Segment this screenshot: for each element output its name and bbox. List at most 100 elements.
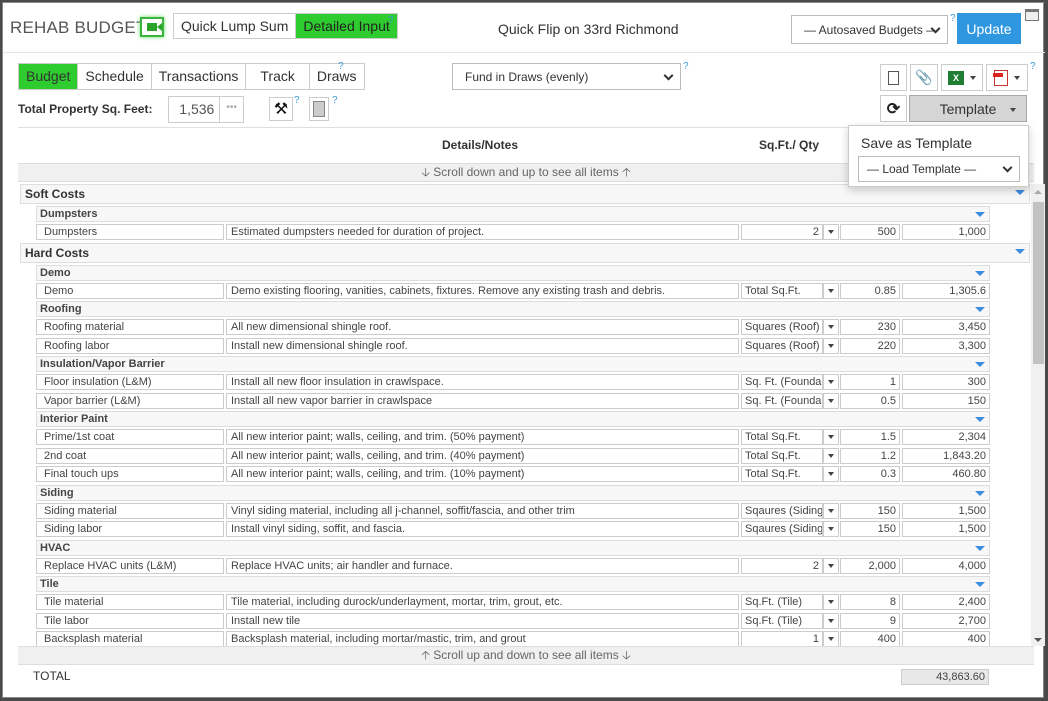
group-header[interactable]: Dumpsters	[36, 206, 990, 222]
line-item-name[interactable]: Vapor barrier (L&M)	[36, 392, 224, 409]
sqft-input[interactable]: 1,536 •••	[168, 96, 244, 123]
new-document-button[interactable]	[880, 64, 907, 91]
line-item-name[interactable]: Siding material	[36, 502, 224, 519]
collapse-triangle-icon[interactable]	[975, 545, 985, 551]
unit-dropdown-button[interactable]	[823, 447, 839, 464]
collapse-triangle-icon[interactable]	[1015, 190, 1025, 195]
unit-qty-field[interactable]: 2	[741, 557, 823, 574]
unit-dropdown-button[interactable]	[823, 374, 839, 390]
quick-lump-sum-button[interactable]: Quick Lump Sum	[174, 14, 296, 38]
calculator-button[interactable]	[309, 97, 329, 121]
group-header[interactable]: Roofing	[36, 301, 990, 317]
line-item-name[interactable]: Dumpsters	[36, 224, 224, 240]
tab-track[interactable]: Track	[245, 64, 309, 89]
line-item-note[interactable]: Demo existing flooring, vanities, cabine…	[226, 282, 739, 299]
line-item-note[interactable]: Install new dimensional shingle roof.	[226, 337, 739, 354]
update-button[interactable]: Update	[957, 13, 1021, 44]
line-item-note[interactable]: Tile material, including durock/underlay…	[226, 594, 739, 610]
scroll-down-icon[interactable]	[1034, 638, 1042, 642]
line-item-note[interactable]: All new interior paint; walls, ceiling, …	[226, 447, 739, 464]
unit-dropdown-button[interactable]	[823, 631, 839, 646]
unit-qty-field[interactable]: Squares (Roof)	[741, 337, 823, 354]
line-item-name[interactable]: Demo	[36, 282, 224, 299]
group-header[interactable]: Demo	[36, 264, 990, 281]
line-item-note[interactable]: Install new tile	[226, 612, 739, 629]
unit-cost-field[interactable]: 9	[840, 612, 900, 629]
collapse-triangle-icon[interactable]	[1015, 248, 1025, 254]
maximize-icon[interactable]	[1025, 9, 1039, 21]
group-header[interactable]: HVAC	[36, 539, 990, 556]
video-tutorial-button[interactable]	[140, 17, 164, 37]
help-icon[interactable]: ?	[388, 15, 394, 26]
excel-export-button[interactable]: X	[941, 64, 983, 91]
autosaved-budgets-select[interactable]: — Autosaved Budgets —	[791, 15, 948, 44]
line-item-name[interactable]: Prime/1st coat	[36, 429, 224, 445]
help-icon[interactable]: ?	[683, 61, 689, 72]
group-header[interactable]: Siding	[36, 484, 990, 501]
help-icon[interactable]: ?	[338, 61, 344, 72]
line-item-name[interactable]: Roofing labor	[36, 337, 224, 354]
line-item-name[interactable]: 2nd coat	[36, 447, 224, 464]
unit-cost-field[interactable]: 1.2	[840, 447, 900, 464]
line-item-name[interactable]: Backsplash material	[36, 631, 224, 646]
unit-dropdown-button[interactable]	[823, 502, 839, 519]
line-item-note[interactable]: All new interior paint; walls, ceiling, …	[226, 429, 739, 445]
group-header[interactable]: Insulation/Vapor Barrier	[36, 356, 990, 372]
unit-qty-field[interactable]: 1	[741, 631, 823, 646]
unit-dropdown-button[interactable]	[823, 612, 839, 629]
load-template-select[interactable]: — Load Template —	[858, 156, 1020, 182]
unit-qty-field[interactable]: Sqaures (Siding	[741, 521, 823, 537]
collapse-triangle-icon[interactable]	[975, 490, 985, 496]
unit-dropdown-button[interactable]	[823, 392, 839, 409]
line-item-note[interactable]: Replace HVAC units; air handler and furn…	[226, 557, 739, 574]
unit-cost-field[interactable]: 0.3	[840, 466, 900, 482]
unit-cost-field[interactable]: 220	[840, 337, 900, 354]
unit-cost-field[interactable]: 1	[840, 374, 900, 390]
line-item-name[interactable]: Final touch ups	[36, 466, 224, 482]
unit-dropdown-button[interactable]	[823, 466, 839, 482]
more-options-button[interactable]: •••	[219, 97, 243, 122]
vertical-scrollbar[interactable]	[1031, 184, 1045, 646]
group-header[interactable]: Tile	[36, 576, 990, 592]
collapse-triangle-icon[interactable]	[975, 270, 985, 276]
unit-qty-field[interactable]: Sq.Ft. (Tile)	[741, 612, 823, 629]
collapse-triangle-icon[interactable]	[975, 362, 985, 367]
unit-dropdown-button[interactable]	[823, 557, 839, 574]
line-item-name[interactable]: Tile material	[36, 594, 224, 610]
unit-qty-field[interactable]: Total Sq.Ft.	[741, 429, 823, 445]
pdf-export-button[interactable]	[986, 64, 1028, 91]
unit-cost-field[interactable]: 0.5	[840, 392, 900, 409]
unit-cost-field[interactable]: 150	[840, 502, 900, 519]
line-item-name[interactable]: Floor insulation (L&M)	[36, 374, 224, 390]
line-item-note[interactable]: All new dimensional shingle roof.	[226, 319, 739, 335]
unit-qty-field[interactable]: Sq. Ft. (Founda	[741, 392, 823, 409]
unit-cost-field[interactable]: 500	[840, 224, 900, 240]
line-item-note[interactable]: Install vinyl siding, soffit, and fascia…	[226, 521, 739, 537]
save-as-template-item[interactable]: Save as Template	[861, 135, 972, 151]
unit-qty-field[interactable]: Total Sq.Ft.	[741, 282, 823, 299]
scroll-up-icon[interactable]	[1034, 190, 1042, 194]
unit-qty-field[interactable]: Total Sq.Ft.	[741, 447, 823, 464]
unit-qty-field[interactable]: Sq. Ft. (Founda	[741, 374, 823, 390]
line-item-name[interactable]: Roofing material	[36, 319, 224, 335]
detailed-input-button[interactable]: Detailed Input	[295, 14, 397, 38]
line-item-name[interactable]: Replace HVAC units (L&M)	[36, 557, 224, 574]
line-item-note[interactable]: All new interior paint; walls, ceiling, …	[226, 466, 739, 482]
help-icon[interactable]: ?	[950, 13, 956, 24]
collapse-triangle-icon[interactable]	[975, 582, 985, 587]
tab-budget[interactable]: Budget	[19, 64, 78, 89]
unit-dropdown-button[interactable]	[823, 429, 839, 445]
scrollbar-thumb[interactable]	[1033, 202, 1044, 364]
unit-dropdown-button[interactable]	[823, 224, 839, 240]
gavel-button[interactable]: ⚒	[269, 97, 293, 121]
unit-cost-field[interactable]: 0.85	[840, 282, 900, 299]
template-button[interactable]: Template	[909, 95, 1027, 122]
unit-qty-field[interactable]: Squares (Roof)	[741, 319, 823, 335]
collapse-triangle-icon[interactable]	[975, 307, 985, 312]
unit-cost-field[interactable]: 2,000	[840, 557, 900, 574]
unit-dropdown-button[interactable]	[823, 319, 839, 335]
tab-transactions[interactable]: Transactions	[150, 64, 246, 89]
sqft-value[interactable]: 1,536	[169, 97, 219, 122]
unit-dropdown-button[interactable]	[823, 282, 839, 299]
line-item-note[interactable]: Estimated dumpsters needed for duration …	[226, 224, 739, 240]
